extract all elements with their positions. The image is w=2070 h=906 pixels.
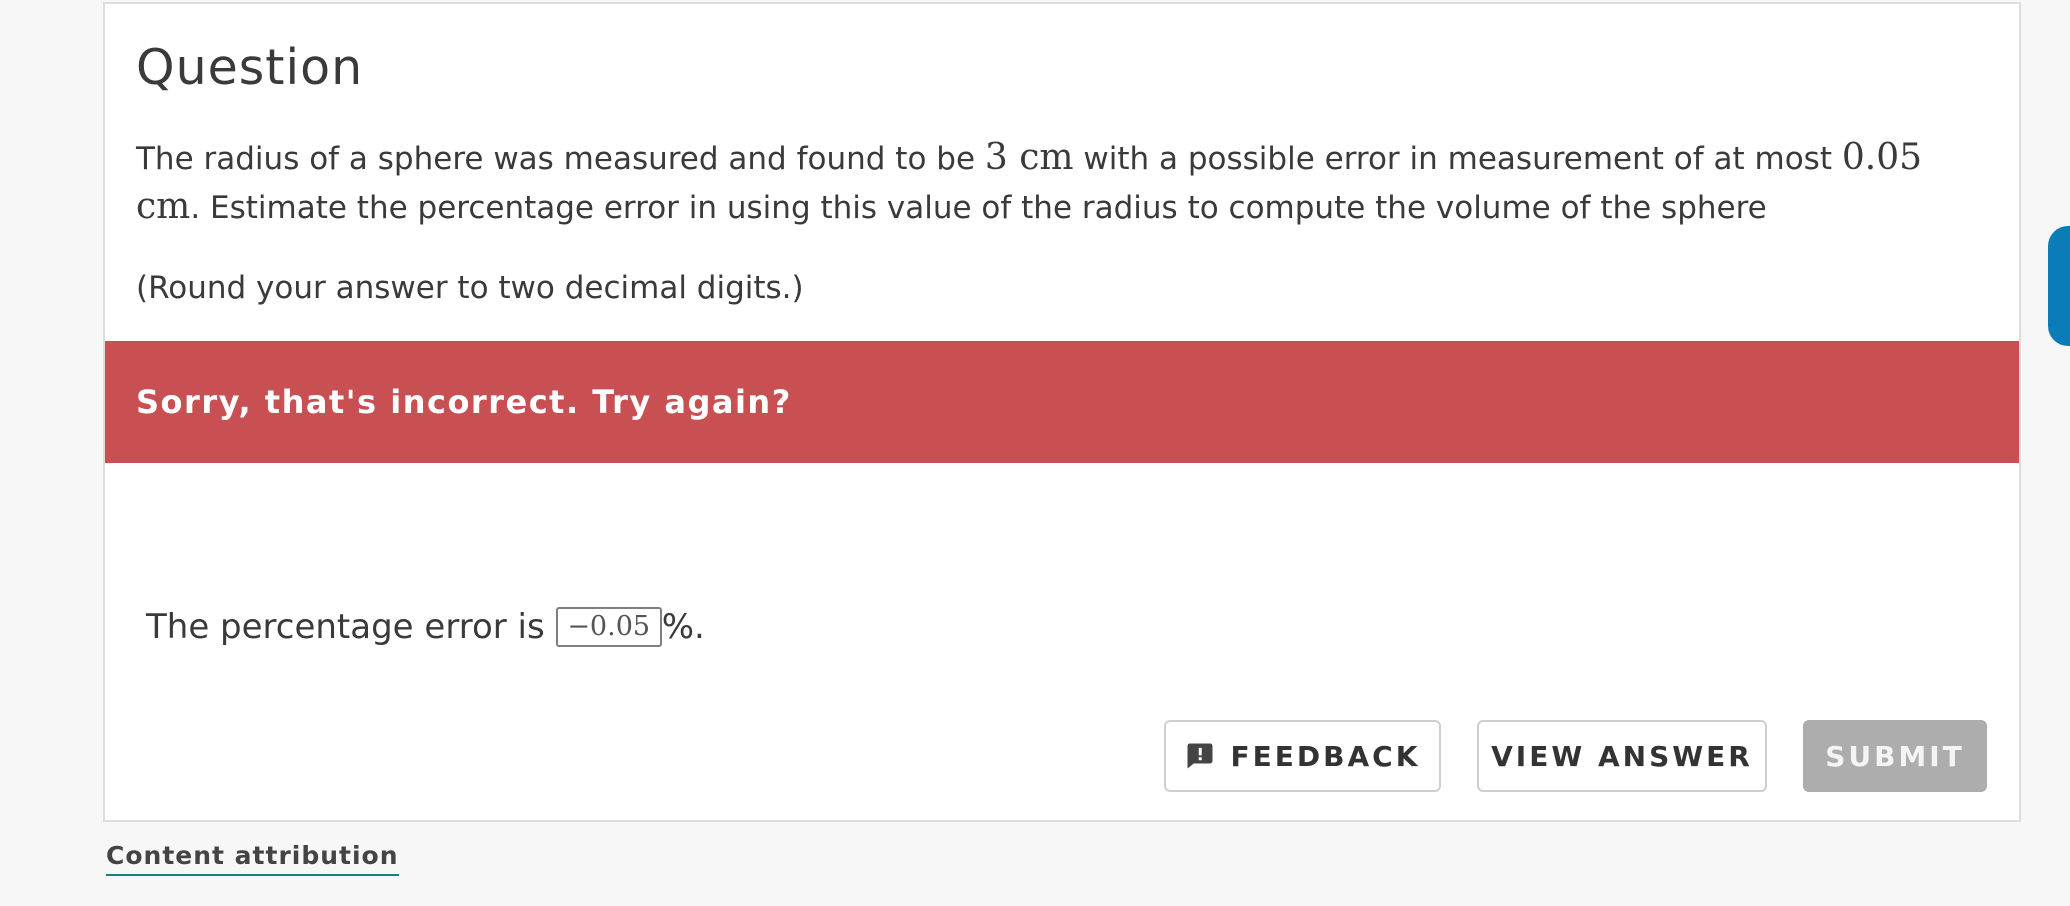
answer-input[interactable]: −0.05 [555, 607, 662, 647]
feedback-icon [1185, 741, 1215, 771]
radius-value: 3 cm [984, 137, 1074, 178]
question-text-part: . Estimate the percentage error in using… [190, 190, 1767, 226]
question-title: Question [136, 39, 364, 96]
answer-suffix: %. [661, 607, 705, 647]
content-attribution-link[interactable]: Content attribution [106, 840, 399, 876]
answer-prefix: The percentage error is [146, 607, 545, 647]
answer-row: The percentage error is −0.05 %. [146, 602, 705, 652]
submit-button[interactable]: SUBMIT [1803, 720, 1987, 792]
question-text: The radius of a sphere was measured and … [136, 134, 1986, 232]
view-answer-button[interactable]: VIEW ANSWER [1477, 720, 1767, 792]
submit-label: SUBMIT [1825, 739, 1965, 773]
feedback-label: FEEDBACK [1230, 739, 1421, 773]
feedback-button[interactable]: FEEDBACK [1164, 720, 1441, 792]
question-card: Question The radius of a sphere was meas… [103, 2, 2021, 822]
rounding-note: (Round your answer to two decimal digits… [136, 270, 804, 306]
alert-message: Sorry, that's incorrect. Try again? [136, 383, 792, 421]
incorrect-alert: Sorry, that's incorrect. Try again? [105, 341, 2019, 463]
side-panel-tab[interactable] [2048, 226, 2070, 346]
view-answer-label: VIEW ANSWER [1491, 739, 1753, 773]
question-text-part: with a possible error in measurement of … [1073, 141, 1842, 177]
question-text-part: The radius of a sphere was measured and … [136, 141, 985, 177]
